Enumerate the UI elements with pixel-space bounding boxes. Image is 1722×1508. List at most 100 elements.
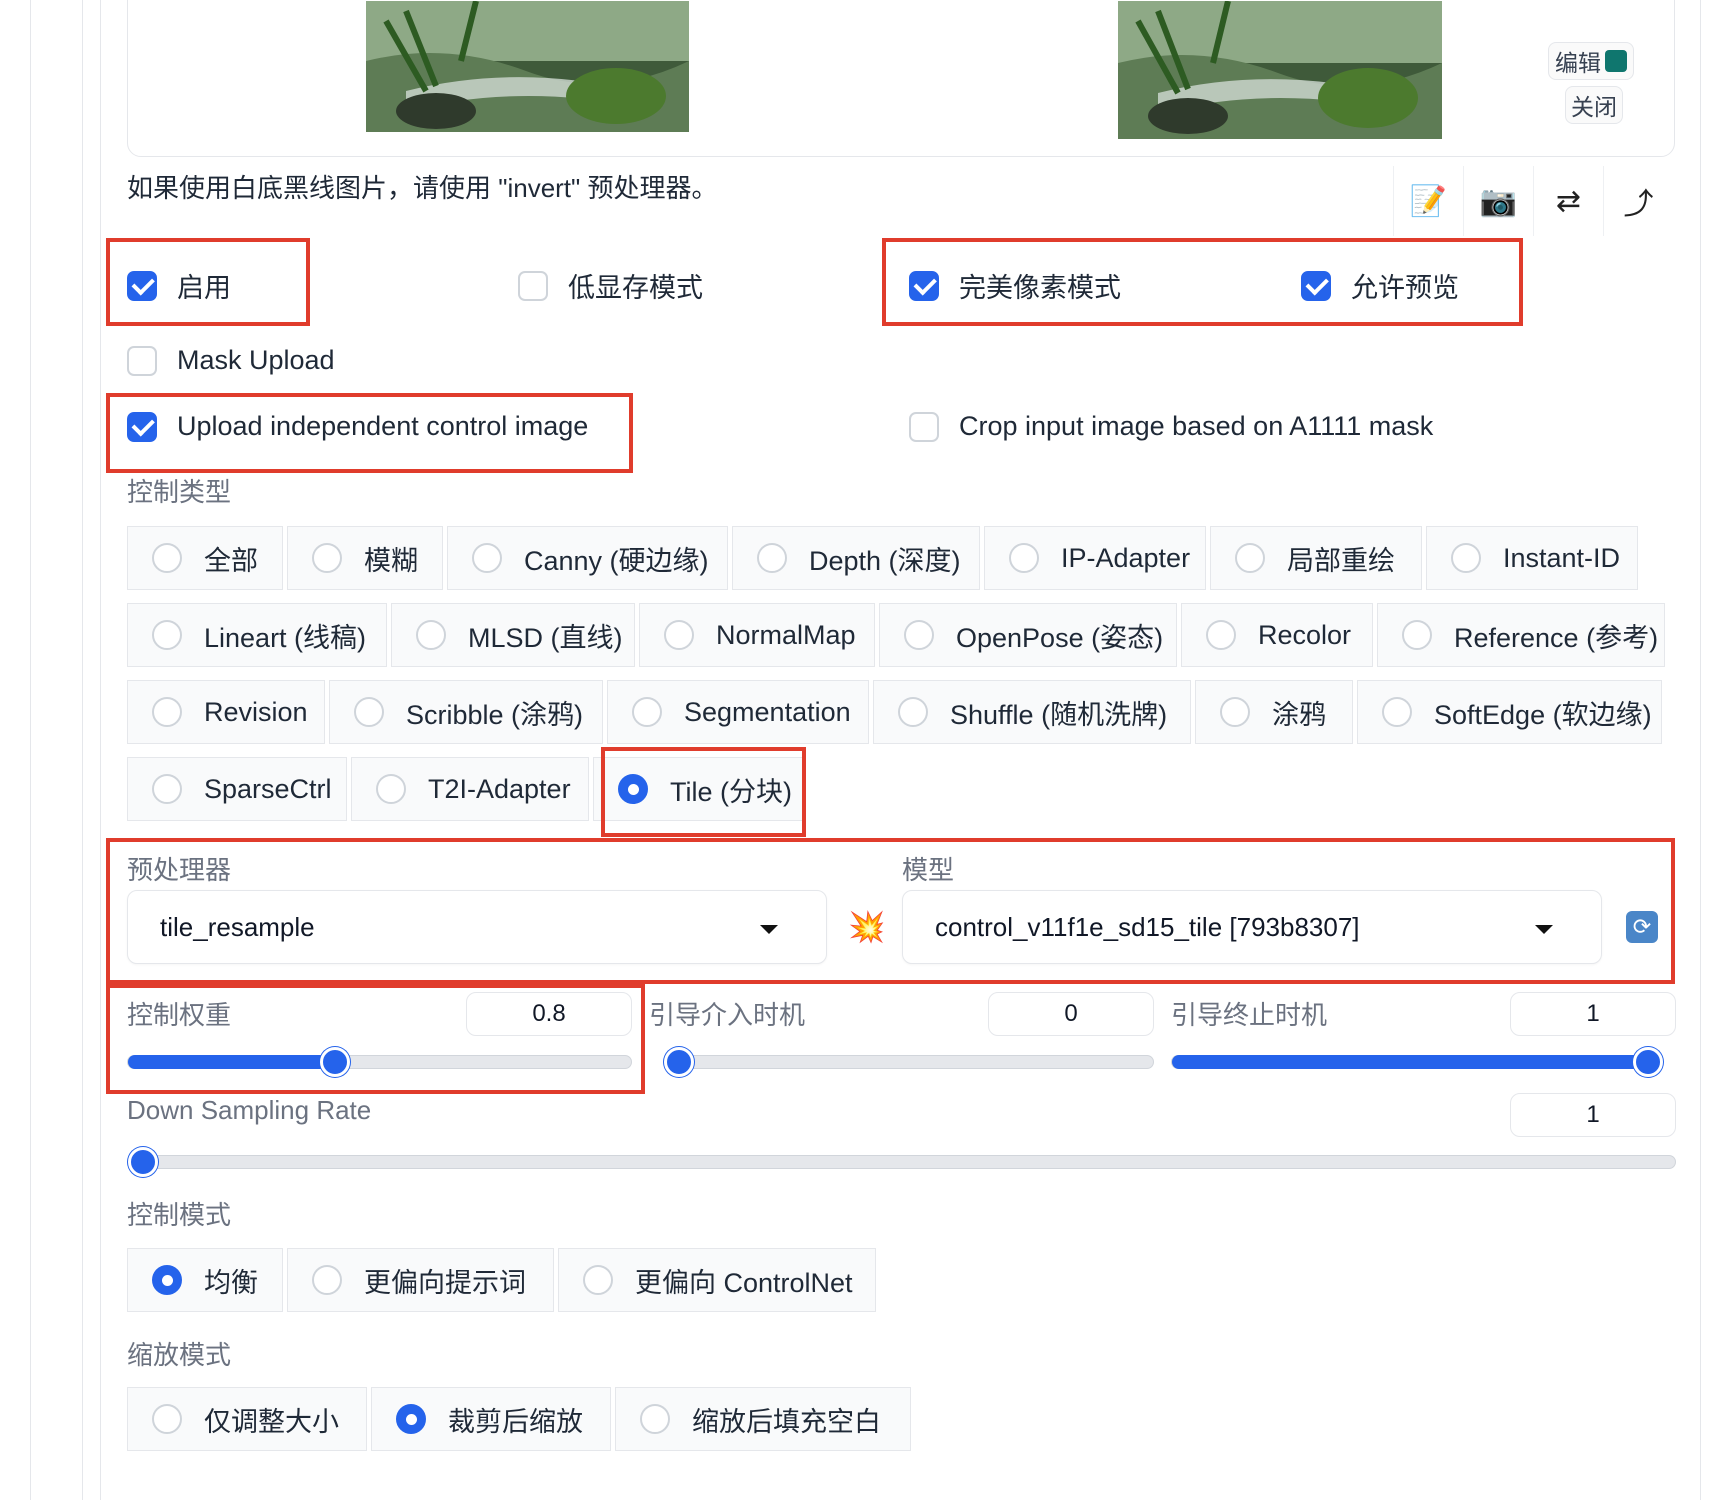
radio-unselected[interactable] xyxy=(757,543,787,573)
control-type-option[interactable]: 涂鸦 xyxy=(1195,680,1353,744)
low-vram-checkbox[interactable]: 低显存模式 xyxy=(518,266,703,305)
option-label: Depth (深度) xyxy=(809,545,961,576)
control-type-option[interactable]: Scribble (涂鸦) xyxy=(329,680,603,744)
radio-unselected[interactable] xyxy=(152,620,182,650)
control-type-option[interactable]: 局部重绘 xyxy=(1210,526,1422,590)
radio-unselected[interactable] xyxy=(1220,697,1250,727)
radio-unselected[interactable] xyxy=(354,697,384,727)
option-label: Revision xyxy=(204,696,308,727)
mask-upload-label: Mask Upload xyxy=(177,345,335,375)
slider-thumb[interactable] xyxy=(1633,1047,1663,1077)
upload-arrow-icon[interactable]: ⤴ xyxy=(1603,166,1673,236)
control-type-option[interactable]: Revision xyxy=(127,680,325,744)
control-type-option[interactable]: Instant-ID xyxy=(1426,526,1638,590)
control-type-option[interactable]: Depth (深度) xyxy=(732,526,980,590)
control-image-thumbnail[interactable] xyxy=(366,1,689,132)
radio-unselected[interactable] xyxy=(898,697,928,727)
highlight-enable xyxy=(106,238,310,326)
control-type-option[interactable]: OpenPose (姿态) xyxy=(879,603,1177,667)
radio-unselected[interactable] xyxy=(152,1404,182,1434)
radio-unselected[interactable] xyxy=(583,1265,613,1295)
slider-thumb[interactable] xyxy=(128,1147,158,1177)
highlight-upload-independent xyxy=(106,393,633,473)
start-input[interactable]: 0 xyxy=(988,992,1154,1036)
control-type-option[interactable]: Lineart (线稿) xyxy=(127,603,387,667)
resize-mode-option[interactable]: 仅调整大小 xyxy=(127,1387,367,1451)
control-type-option[interactable]: MLSD (直线) xyxy=(391,603,635,667)
radio-unselected[interactable] xyxy=(664,620,694,650)
control-type-option[interactable]: Reference (参考) xyxy=(1377,603,1665,667)
slider-thumb[interactable] xyxy=(664,1047,694,1077)
downsample-slider[interactable] xyxy=(127,1147,1676,1177)
highlight-weight xyxy=(106,984,645,1094)
radio-unselected[interactable] xyxy=(152,774,182,804)
crop-input-checkbox[interactable]: Crop input image based on A1111 mask xyxy=(909,411,1433,442)
control-mode-option[interactable]: 更偏向 ControlNet xyxy=(558,1248,876,1312)
preview-image-thumbnail[interactable] xyxy=(1118,1,1442,139)
control-type-option[interactable]: T2I-Adapter xyxy=(351,757,589,821)
radio-unselected[interactable] xyxy=(904,620,934,650)
start-slider[interactable] xyxy=(663,1047,1154,1077)
option-label: 全部 xyxy=(204,545,258,576)
camera-icon[interactable]: 📷 xyxy=(1463,166,1533,236)
option-label: Lineart (线稿) xyxy=(204,622,367,653)
control-mode-option[interactable]: 更偏向提示词 xyxy=(287,1248,554,1312)
radio-unselected[interactable] xyxy=(312,543,342,573)
control-type-option[interactable]: SparseCtrl xyxy=(127,757,347,821)
control-mode-option-selected[interactable]: 均衡 xyxy=(127,1248,283,1312)
option-label: 更偏向提示词 xyxy=(364,1267,526,1298)
memo-icon[interactable]: 📝 xyxy=(1393,166,1463,236)
radio-unselected[interactable] xyxy=(152,543,182,573)
checkbox-unchecked[interactable] xyxy=(909,411,939,442)
radio-unselected[interactable] xyxy=(416,620,446,650)
radio-unselected[interactable] xyxy=(312,1265,342,1295)
control-type-option[interactable]: SoftEdge (软边缘) xyxy=(1357,680,1662,744)
radio-unselected[interactable] xyxy=(152,697,182,727)
control-type-option[interactable]: Segmentation xyxy=(607,680,869,744)
edit-logo-icon xyxy=(1605,50,1627,72)
resize-mode-option[interactable]: 缩放后填充空白 xyxy=(615,1387,911,1451)
control-mode-label: 控制模式 xyxy=(127,1200,232,1230)
close-label: 关闭 xyxy=(1571,94,1617,120)
end-input[interactable]: 1 xyxy=(1510,992,1676,1036)
radio-unselected[interactable] xyxy=(1451,543,1481,573)
slider-fill xyxy=(1172,1055,1661,1069)
control-type-option[interactable]: 模糊 xyxy=(287,526,443,590)
control-type-option[interactable]: Shuffle (随机洗牌) xyxy=(873,680,1191,744)
radio-unselected[interactable] xyxy=(472,543,502,573)
frame-line xyxy=(100,0,101,1500)
control-type-label: 控制类型 xyxy=(127,477,232,507)
option-label: 均衡 xyxy=(204,1267,258,1298)
option-label: MLSD (直线) xyxy=(468,622,623,653)
control-type-option[interactable]: IP-Adapter xyxy=(984,526,1206,590)
mask-upload-checkbox[interactable]: Mask Upload xyxy=(127,345,335,376)
radio-unselected[interactable] xyxy=(1402,620,1432,650)
control-type-option[interactable]: 全部 xyxy=(127,526,283,590)
edit-button[interactable]: 编辑 xyxy=(1548,42,1634,80)
radio-unselected[interactable] xyxy=(1009,543,1039,573)
radio-unselected[interactable] xyxy=(632,697,662,727)
option-label: Recolor xyxy=(1258,619,1352,650)
radio-unselected[interactable] xyxy=(1206,620,1236,650)
checkbox-unchecked[interactable] xyxy=(127,345,157,376)
radio-unselected[interactable] xyxy=(376,774,406,804)
close-button[interactable]: 关闭 xyxy=(1565,86,1623,124)
option-label: 涂鸦 xyxy=(1272,699,1326,730)
checkbox-unchecked[interactable] xyxy=(518,270,548,301)
swap-icon[interactable]: ⇄ xyxy=(1533,166,1603,236)
control-type-option[interactable]: Recolor xyxy=(1181,603,1373,667)
resize-mode-option-selected[interactable]: 裁剪后缩放 xyxy=(371,1387,611,1451)
control-type-option[interactable]: NormalMap xyxy=(639,603,875,667)
option-label: 局部重绘 xyxy=(1287,545,1395,576)
radio-selected[interactable] xyxy=(152,1265,182,1295)
control-type-option[interactable]: Canny (硬边缘) xyxy=(447,526,728,590)
radio-unselected[interactable] xyxy=(1382,697,1412,727)
radio-unselected[interactable] xyxy=(640,1404,670,1434)
radio-unselected[interactable] xyxy=(1235,543,1265,573)
highlight-pixel-perfect-preview xyxy=(882,238,1523,326)
downsample-input[interactable]: 1 xyxy=(1510,1093,1676,1137)
option-label: 缩放后填充空白 xyxy=(692,1406,881,1437)
radio-selected[interactable] xyxy=(396,1404,426,1434)
end-slider[interactable] xyxy=(1171,1047,1663,1077)
highlight-preprocessor-model xyxy=(106,838,1675,984)
